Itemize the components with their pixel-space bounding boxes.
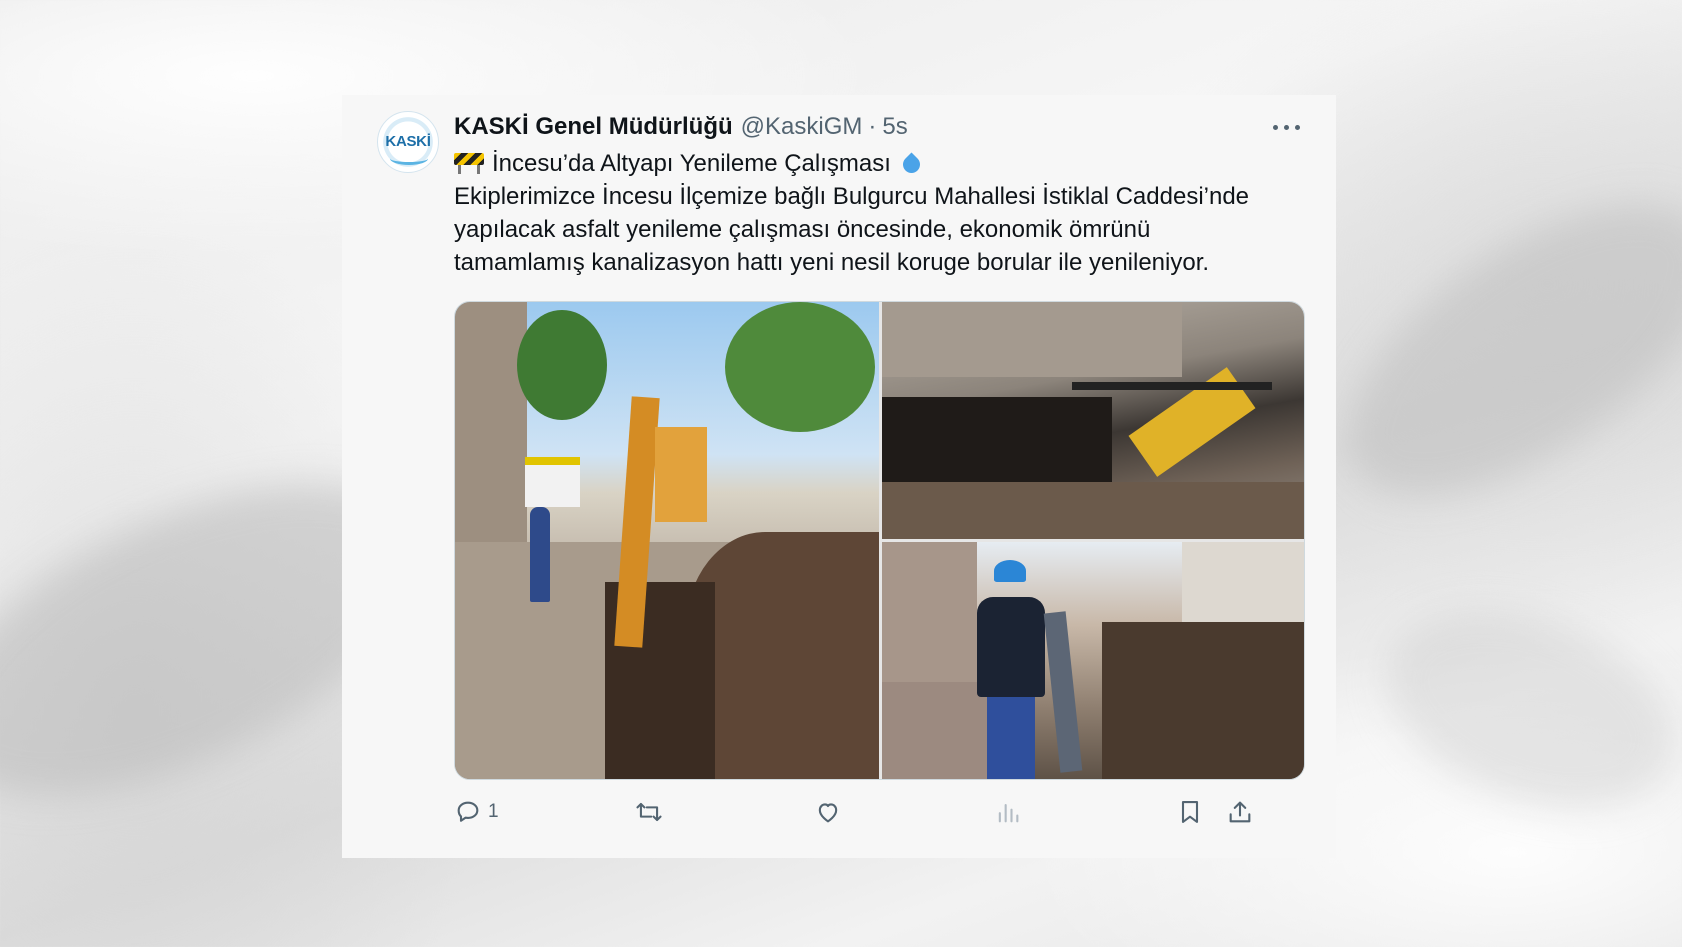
building-wall xyxy=(1182,542,1304,622)
author-name[interactable]: KASKİ Genel Müdürlüğü xyxy=(454,113,733,141)
pipe xyxy=(1072,382,1272,390)
tweet-title: İncesu’da Altyapı Yenileme Çalışması xyxy=(492,150,891,177)
tree xyxy=(517,310,607,420)
trench-aerial-photo[interactable] xyxy=(882,302,1304,539)
tweet-title-line: İncesu’da Altyapı Yenileme Çalışması xyxy=(454,147,1314,180)
worker-helmet xyxy=(994,560,1026,582)
tweet-body-line: Ekiplerimizce İncesu İlçemize bağlı Bulg… xyxy=(454,183,1250,210)
dirt-trench xyxy=(1102,622,1304,779)
dirt xyxy=(882,482,1304,539)
worker-body xyxy=(977,597,1045,697)
tweet-header: KASKİ Genel Müdürlüğü @KaskiGM · 5s xyxy=(454,113,908,143)
views-chart-icon xyxy=(998,803,1019,823)
droplet-icon xyxy=(899,152,924,177)
tweet-card[interactable]: KASKİ KASKİ Genel Müdürlüğü @KaskiGM · 5… xyxy=(342,95,1336,858)
retweet-icon xyxy=(636,802,662,822)
tweet-body-line: tamamlamış kanalizasyon hattı yeni nesil… xyxy=(454,249,1210,276)
excavator-cab xyxy=(655,427,707,522)
bookmark-button[interactable] xyxy=(1176,795,1204,829)
tree xyxy=(725,302,875,432)
like-button[interactable] xyxy=(814,795,842,829)
truck xyxy=(525,457,580,507)
worker-legs xyxy=(987,697,1035,779)
pipe xyxy=(1043,611,1083,773)
share-icon xyxy=(1229,801,1251,823)
avatar-logo-text: KASKİ xyxy=(385,133,431,150)
bookmark-icon xyxy=(1181,801,1199,823)
tweet-actions: 1 xyxy=(454,795,1305,829)
heart-icon xyxy=(818,803,838,823)
background-fold xyxy=(1300,147,1682,553)
excavator-street-photo[interactable] xyxy=(455,302,879,779)
background-fold xyxy=(1358,574,1682,846)
views-button[interactable] xyxy=(994,795,1022,829)
author-handle[interactable]: @KaskiGM xyxy=(741,113,863,141)
building-wall xyxy=(882,542,977,692)
avatar-logo-arc xyxy=(390,152,428,165)
retweet-button[interactable] xyxy=(634,795,664,829)
share-button[interactable] xyxy=(1226,795,1254,829)
tweet-body-line: yapılacak asfalt yenileme çalışması önce… xyxy=(454,216,1151,243)
reply-count: 1 xyxy=(488,801,499,822)
construction-barrier-icon xyxy=(454,153,484,174)
reply-button[interactable]: 1 xyxy=(454,795,499,829)
building-top xyxy=(882,302,1182,377)
media-grid xyxy=(454,301,1305,780)
avatar[interactable]: KASKİ xyxy=(377,111,439,173)
more-dots-icon[interactable] xyxy=(1270,117,1304,137)
tweet-text: İncesu’da Altyapı Yenileme Çalışması Eki… xyxy=(454,147,1314,279)
reply-icon xyxy=(457,801,479,822)
header-separator: · xyxy=(868,113,877,140)
tweet-timestamp[interactable]: 5s xyxy=(882,113,907,141)
worker xyxy=(530,507,550,602)
trench xyxy=(882,397,1112,492)
worker-pipe-photo[interactable] xyxy=(882,542,1304,779)
